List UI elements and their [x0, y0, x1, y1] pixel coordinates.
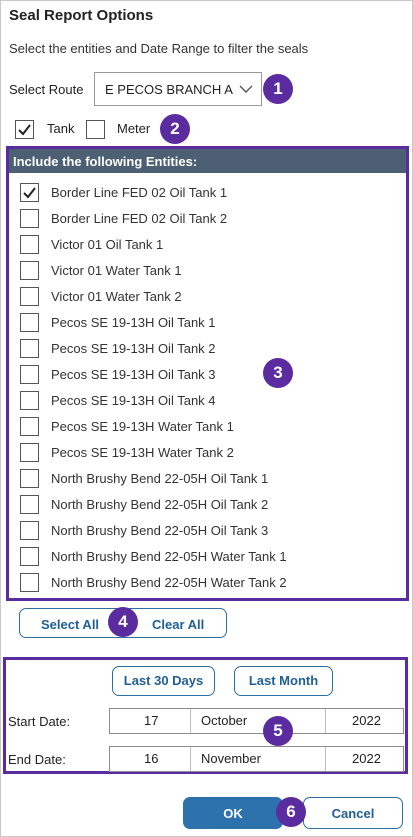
entity-row[interactable]: North Brushy Bend 22-05H Oil Tank 3: [9, 517, 406, 543]
entity-row[interactable]: Pecos SE 19-13H Oil Tank 4: [9, 387, 406, 413]
checkmark-icon: [18, 124, 31, 136]
entity-row[interactable]: Border Line FED 02 Oil Tank 2: [9, 205, 406, 231]
entity-row[interactable]: Victor 01 Water Tank 1: [9, 257, 406, 283]
route-select[interactable]: E PECOS BRANCH A: [94, 72, 262, 106]
entities-panel: Include the following Entities: Border L…: [6, 146, 409, 601]
callout-badge-6: 6: [276, 797, 306, 827]
entity-checkbox[interactable]: [20, 339, 39, 358]
tank-checkbox[interactable]: [15, 120, 34, 139]
checkmark-icon: [23, 187, 36, 199]
entity-label: Pecos SE 19-13H Oil Tank 1: [51, 315, 216, 330]
entity-label: Victor 01 Water Tank 2: [51, 289, 182, 304]
meter-label: Meter: [117, 121, 151, 136]
entity-label: Victor 01 Water Tank 1: [51, 263, 182, 278]
tank-label: Tank: [47, 121, 75, 136]
entity-checkbox[interactable]: [20, 469, 39, 488]
entity-checkbox[interactable]: [20, 573, 39, 592]
date-range-panel: Last 30 Days Last Month Start Date: 17 O…: [3, 657, 408, 774]
entity-label: Border Line FED 02 Oil Tank 2: [51, 211, 228, 226]
meter-checkbox[interactable]: [86, 120, 105, 139]
entity-label: Pecos SE 19-13H Oil Tank 2: [51, 341, 216, 356]
entity-label: Pecos SE 19-13H Water Tank 2: [51, 445, 234, 460]
entity-row[interactable]: Border Line FED 02 Oil Tank 1: [9, 179, 406, 205]
entity-checkbox[interactable]: [20, 391, 39, 410]
entity-label: North Brushy Bend 22-05H Oil Tank 2: [51, 497, 269, 512]
callout-badge-4: 4: [108, 607, 138, 637]
entities-header: Include the following Entities:: [9, 149, 406, 173]
entity-label: Victor 01 Oil Tank 1: [51, 237, 164, 252]
entity-label: Border Line FED 02 Oil Tank 1: [51, 185, 228, 200]
entity-row[interactable]: Pecos SE 19-13H Oil Tank 3: [9, 361, 406, 387]
end-date-label: End Date:: [8, 752, 66, 767]
last-30-days-button[interactable]: Last 30 Days: [112, 666, 215, 696]
start-date-month[interactable]: October: [190, 709, 247, 733]
entity-row[interactable]: Pecos SE 19-13H Oil Tank 1: [9, 309, 406, 335]
entity-checkbox[interactable]: [20, 417, 39, 436]
entity-checkbox[interactable]: [20, 287, 39, 306]
route-label: Select Route: [9, 82, 84, 97]
end-date-field[interactable]: 16 November 2022: [109, 746, 404, 772]
end-date-day[interactable]: 16: [144, 747, 158, 771]
entity-label: North Brushy Bend 22-05H Oil Tank 1: [51, 471, 269, 486]
end-date-month[interactable]: November: [190, 747, 261, 771]
entity-row[interactable]: North Brushy Bend 22-05H Water Tank 1: [9, 543, 406, 569]
entity-row[interactable]: Pecos SE 19-13H Water Tank 1: [9, 413, 406, 439]
ok-button[interactable]: OK: [183, 797, 283, 829]
cancel-button[interactable]: Cancel: [303, 797, 403, 829]
last-month-button[interactable]: Last Month: [234, 666, 333, 696]
entity-checkbox[interactable]: [20, 209, 39, 228]
entity-checkbox[interactable]: [20, 547, 39, 566]
end-date-year[interactable]: 2022: [325, 747, 381, 771]
chevron-down-icon: [239, 85, 253, 93]
entity-row[interactable]: Pecos SE 19-13H Oil Tank 2: [9, 335, 406, 361]
dialog-subtitle: Select the entities and Date Range to fi…: [9, 41, 309, 56]
entity-label: North Brushy Bend 22-05H Oil Tank 3: [51, 523, 269, 538]
entity-row[interactable]: Pecos SE 19-13H Water Tank 2: [9, 439, 406, 465]
callout-badge-2: 2: [160, 114, 190, 144]
callout-badge-1: 1: [263, 74, 293, 104]
start-date-day[interactable]: 17: [144, 709, 158, 733]
select-all-button[interactable]: Select All: [41, 617, 99, 632]
callout-badge-3: 3: [263, 358, 293, 388]
entity-row[interactable]: Victor 01 Water Tank 2: [9, 283, 406, 309]
entity-row[interactable]: Victor 01 Oil Tank 1: [9, 231, 406, 257]
clear-all-button[interactable]: Clear All: [152, 617, 204, 632]
entity-checkbox[interactable]: [20, 261, 39, 280]
entity-checkbox[interactable]: [20, 183, 39, 202]
entity-row[interactable]: North Brushy Bend 22-05H Water Tank 2: [9, 569, 406, 595]
entity-label: Pecos SE 19-13H Water Tank 1: [51, 419, 234, 434]
dialog-title: Seal Report Options: [9, 7, 154, 24]
entity-row[interactable]: North Brushy Bend 22-05H Oil Tank 2: [9, 491, 406, 517]
entity-checkbox[interactable]: [20, 235, 39, 254]
route-select-value: E PECOS BRANCH A: [105, 82, 233, 97]
entity-checkbox[interactable]: [20, 521, 39, 540]
entity-label: Pecos SE 19-13H Oil Tank 4: [51, 393, 216, 408]
callout-badge-5: 5: [263, 716, 293, 746]
entity-checkbox[interactable]: [20, 495, 39, 514]
entity-label: Pecos SE 19-13H Oil Tank 3: [51, 367, 216, 382]
start-date-field[interactable]: 17 October 2022: [109, 708, 404, 734]
entity-checkbox[interactable]: [20, 443, 39, 462]
entity-label: North Brushy Bend 22-05H Water Tank 1: [51, 549, 287, 564]
entity-label: North Brushy Bend 22-05H Water Tank 2: [51, 575, 287, 590]
seal-report-dialog: Seal Report Options Select the entities …: [0, 0, 413, 837]
start-date-label: Start Date:: [8, 714, 71, 729]
entity-checkbox[interactable]: [20, 313, 39, 332]
entity-checkbox[interactable]: [20, 365, 39, 384]
start-date-year[interactable]: 2022: [325, 709, 381, 733]
entity-row[interactable]: North Brushy Bend 22-05H Oil Tank 1: [9, 465, 406, 491]
